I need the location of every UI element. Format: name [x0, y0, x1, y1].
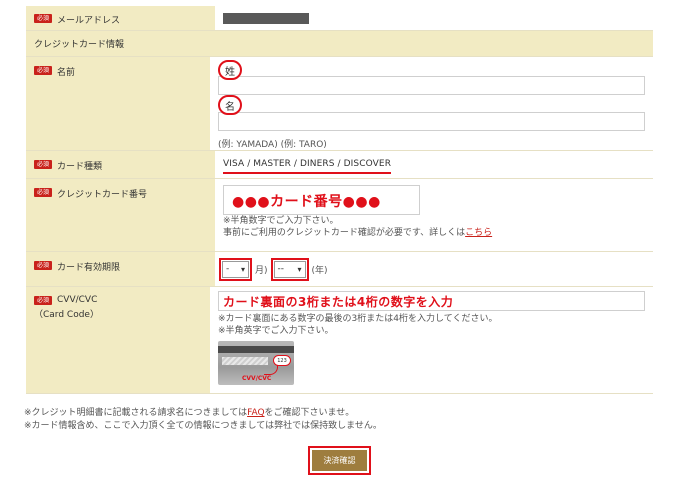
faq-link[interactable]: FAQ — [247, 408, 264, 418]
cvv-input[interactable]: カード裏面の3桁または4桁の数字を入力 — [218, 291, 645, 311]
expiry-value-cell: - ▾ 月) -- ▾ (年) — [215, 252, 653, 286]
last-name-input[interactable] — [218, 76, 645, 95]
name-value-cell: 姓 名 (例: YAMADA) (例: TARO) — [210, 57, 653, 150]
cvv-halfwidth-note: ※半角英字でご入力下さい。 — [218, 326, 334, 336]
year-unit: (年) — [311, 265, 328, 276]
section-header: クレジットカード情報 — [26, 31, 653, 57]
cvv-image-caption: CVV/CVC — [242, 375, 272, 382]
card-number-confirm-note: 事前にご利用のクレジットカード確認が必要です、詳しくはこちら — [223, 227, 645, 239]
card-type-label: カード種類 — [57, 162, 103, 172]
footer-note-faq-prefix: ※クレジット明細書に記載される請求名につきましては — [24, 408, 248, 418]
footer-note-faq: ※クレジット明細書に記載される請求名につきましてはFAQをご確認下さいませ。 — [24, 407, 382, 420]
chevron-down-icon: ▾ — [240, 264, 245, 274]
cvv-label-cell: 必須 CVV/CVC （Card Code） — [26, 287, 210, 393]
last-name-label: 姓 — [218, 60, 242, 80]
year-select-highlight: -- ▾ — [270, 257, 309, 281]
month-unit: 月) — [255, 265, 268, 276]
section-title: クレジットカード情報 — [34, 40, 125, 50]
cvv-value-cell: カード裏面の3桁または4桁の数字を入力 ※カード裏面にある数字の最後の3桁または… — [210, 287, 653, 393]
required-badge: 必須 — [34, 261, 53, 270]
chevron-down-icon: ▾ — [297, 264, 302, 274]
name-label: 名前 — [57, 68, 76, 78]
card-type-row: 必須 カード種類 VISA / MASTER / DINERS / DISCOV… — [26, 151, 653, 179]
name-label-cell: 必須 名前 — [26, 57, 210, 150]
required-badge: 必須 — [34, 160, 53, 169]
email-value-cell — [215, 6, 653, 30]
expiry-label-cell: 必須 カード有効期限 — [26, 252, 215, 286]
expiry-row: 必須 カード有効期限 - ▾ 月) -- ▾ (年) — [26, 252, 653, 287]
cvv-label-line: 必須 CVV/CVC — [34, 295, 97, 305]
first-name-label: 名 — [218, 95, 242, 115]
masked-email — [223, 13, 309, 24]
year-select[interactable]: -- ▾ — [273, 260, 306, 278]
signature-panel — [222, 357, 268, 365]
card-number-input[interactable]: ●●●カード番号●●● — [223, 185, 420, 215]
first-name-input[interactable] — [218, 112, 645, 131]
cvv-note: ※カード裏面にある数字の最後の3桁または4桁を入力してください。 — [218, 314, 498, 324]
year-value: -- — [277, 264, 285, 274]
card-number-label: クレジットカード番号 — [57, 190, 148, 200]
payment-confirm-button[interactable]: 決済確認 — [312, 450, 367, 471]
expiry-label: カード有効期限 — [57, 263, 121, 273]
card-number-row: 必須 クレジットカード番号 ●●●カード番号●●● ※半角数字でご入力下さい。 … — [26, 179, 653, 252]
email-label-cell: 必須 メールアドレス — [26, 6, 215, 30]
credit-card-form: 必須 メールアドレス クレジットカード情報 必須 名前 姓 名 (例: YAMA… — [26, 6, 653, 394]
month-select[interactable]: - ▾ — [222, 260, 249, 278]
arrow-icon — [264, 365, 278, 375]
details-link[interactable]: こちら — [465, 228, 492, 238]
footer-note-privacy: ※カード情報含め、ここで入力頂く全ての情報につきましては弊社では保持致しません。 — [24, 421, 382, 431]
month-value: - — [226, 264, 230, 274]
name-example: (例: YAMADA) (例: TARO) — [218, 140, 327, 150]
cvv-row: 必須 CVV/CVC （Card Code） カード裏面の3桁または4桁の数字を… — [26, 287, 653, 394]
month-select-highlight: - ▾ — [219, 257, 252, 281]
email-label: メールアドレス — [57, 16, 121, 26]
magnetic-stripe — [218, 346, 294, 353]
required-badge: 必須 — [34, 14, 53, 23]
footer-note-faq-suffix: をご確認下さいませ。 — [264, 408, 355, 418]
card-types-text: VISA / MASTER / DINERS / DISCOVER — [223, 159, 392, 174]
cvv-sublabel: （Card Code） — [34, 310, 99, 320]
card-number-label-cell: 必須 クレジットカード番号 — [26, 179, 215, 251]
footer-notes: ※クレジット明細書に記載される請求名につきましてはFAQをご確認下さいませ。 ※… — [24, 407, 382, 433]
name-row: 必須 名前 姓 名 (例: YAMADA) (例: TARO) — [26, 57, 653, 151]
card-type-label-cell: 必須 カード種類 — [26, 151, 215, 178]
card-type-value-cell: VISA / MASTER / DINERS / DISCOVER — [215, 151, 653, 178]
email-row: 必須 メールアドレス — [26, 6, 653, 31]
card-number-note: ※半角数字でご入力下さい。 — [223, 216, 339, 226]
submit-highlight: 決済確認 — [308, 446, 371, 475]
card-back-image: 123 CVV/CVC — [218, 341, 294, 385]
required-badge: 必須 — [34, 66, 53, 75]
card-number-value-cell: ●●●カード番号●●● ※半角数字でご入力下さい。 事前にご利用のクレジットカー… — [215, 179, 653, 251]
confirm-note-text: 事前にご利用のクレジットカード確認が必要です、詳しくは — [223, 228, 466, 238]
required-badge: 必須 — [34, 188, 53, 197]
cvv-label: CVV/CVC — [57, 295, 98, 305]
required-badge: 必須 — [34, 296, 53, 305]
